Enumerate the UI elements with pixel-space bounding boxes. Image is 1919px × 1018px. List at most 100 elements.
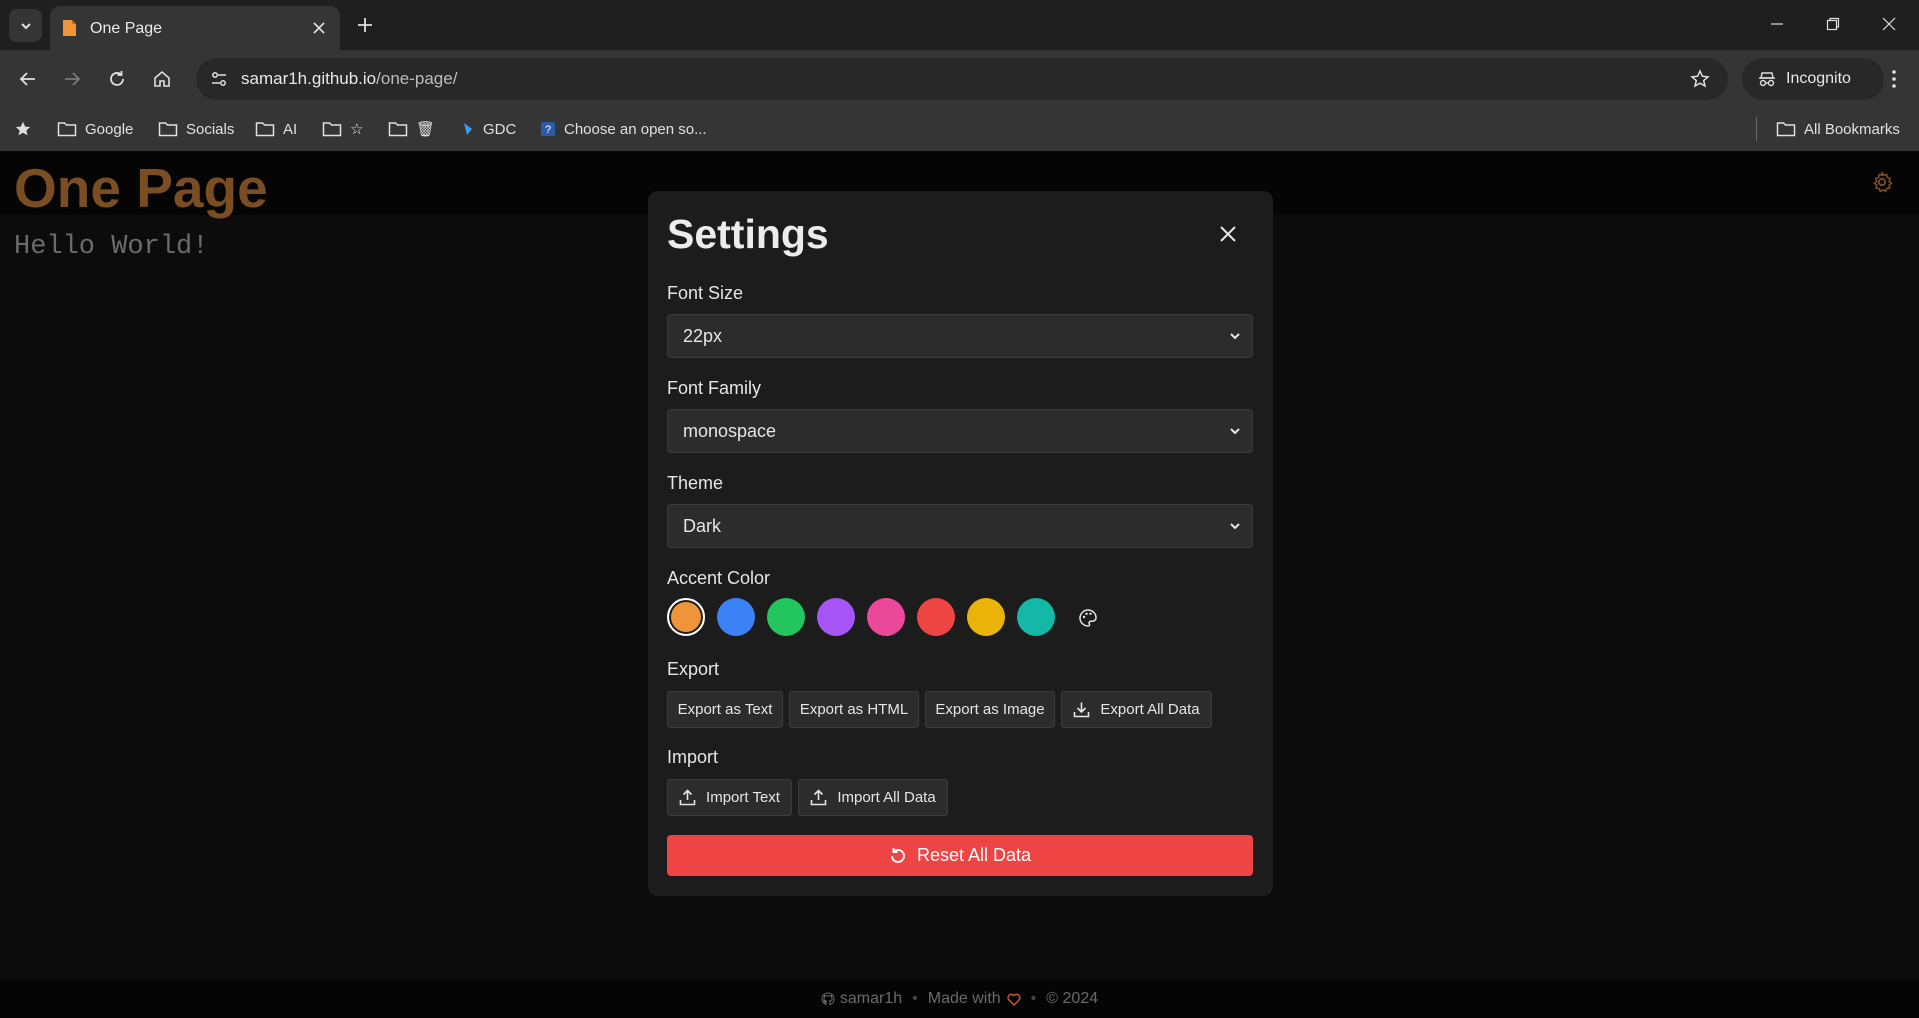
accent-swatch[interactable] [1017, 598, 1055, 636]
theme-label: Theme [667, 473, 724, 493]
minimize-button[interactable] [1754, 6, 1800, 42]
minimize-icon [1771, 23, 1783, 25]
tab-search-button[interactable] [9, 9, 42, 42]
footer-made-with-label: Made with [927, 990, 1001, 1007]
bookmark-folder-ai[interactable]: AI [255, 118, 297, 140]
bookmark-star-button[interactable] [1688, 67, 1712, 91]
import-text-button[interactable]: Import Text [667, 779, 792, 816]
font-family-label: Font Family [667, 378, 762, 398]
footer-separator: • [912, 990, 918, 1007]
chevron-down-icon [20, 22, 31, 29]
heart-icon [1007, 993, 1021, 1006]
incognito-indicator[interactable]: Incognito [1742, 58, 1884, 100]
upload-icon [811, 789, 827, 806]
font-size-label: Font Size [667, 283, 744, 303]
accent-swatch[interactable] [867, 598, 905, 636]
svg-text:?: ? [545, 124, 551, 136]
bookmarks-bar: Google Socials AI ☆ 🗑 GDC ? Choose an op… [0, 108, 1919, 151]
accent-color-label: Accent Color [667, 568, 771, 588]
bookmark-label: Choose an open so... [564, 120, 707, 138]
bookmark-folder-star[interactable]: ☆ [322, 118, 363, 140]
theme-value: Dark [683, 515, 722, 536]
reset-all-data-button[interactable]: Reset All Data [667, 835, 1253, 876]
download-icon [1074, 702, 1090, 718]
export-text-button[interactable]: Export as Text [667, 691, 783, 728]
custom-color-button[interactable] [1076, 606, 1100, 630]
restore-button[interactable] [1810, 6, 1856, 42]
editor-text[interactable]: Hello World! [14, 232, 208, 262]
arrow-left-icon [19, 72, 35, 86]
folder-icon [322, 122, 342, 137]
folder-icon [1776, 122, 1796, 137]
accent-swatch[interactable] [817, 598, 855, 636]
import-all-data-button[interactable]: Import All Data [798, 779, 948, 816]
bookmark-gdc[interactable]: GDC [461, 118, 516, 140]
footer-separator: • [1030, 990, 1037, 1007]
bookmark-label: 🗑 [416, 121, 436, 138]
export-all-data-label: Export All Data [1100, 701, 1200, 718]
bookmark-folder-socials[interactable]: Socials [158, 118, 234, 140]
address-bar[interactable]: samar1h.github.io/one-page/ [196, 58, 1728, 100]
site-info-button[interactable] [204, 64, 234, 94]
page-favicon-icon [63, 20, 76, 36]
bookmarks-divider [1756, 117, 1757, 141]
font-size-value: 22px [683, 325, 723, 346]
font-family-select[interactable]: monospace [667, 409, 1253, 453]
github-icon [821, 992, 835, 1006]
all-bookmarks-button[interactable]: All Bookmarks [1776, 118, 1900, 140]
export-image-label: Export as Image [935, 701, 1045, 718]
upload-icon [679, 789, 696, 806]
rotate-ccw-icon [891, 847, 905, 863]
reload-icon [110, 71, 124, 86]
incognito-icon [1759, 72, 1775, 87]
browser-tab[interactable]: One Page [50, 6, 340, 50]
new-tab-button[interactable] [352, 12, 378, 38]
home-button[interactable] [148, 65, 176, 93]
export-html-button[interactable]: Export as HTML [789, 691, 919, 728]
export-image-button[interactable]: Export as Image [925, 691, 1055, 728]
close-icon [1220, 226, 1236, 242]
plus-icon [358, 18, 372, 32]
footer-author: samar1h [839, 990, 903, 1007]
browser-menu-button[interactable] [1880, 65, 1908, 93]
reset-all-data-label: Reset All Data [916, 845, 1032, 865]
page-title: One Page [14, 157, 268, 219]
settings-close-button[interactable] [1214, 220, 1242, 248]
window-close-button[interactable] [1866, 6, 1912, 42]
font-family-value: monospace [683, 420, 777, 441]
export-all-data-button[interactable]: Export All Data [1061, 691, 1212, 728]
settings-button[interactable] [1868, 168, 1896, 196]
bookmark-folder-trash[interactable]: 🗑 [388, 118, 435, 140]
page-footer: samar1h • Made with • © 2024 [0, 980, 1919, 1018]
tab-strip: One Page [0, 0, 1919, 50]
incognito-label: Incognito [1786, 70, 1851, 87]
import-label: Import [667, 747, 719, 767]
theme-select[interactable]: Dark [667, 504, 1253, 548]
bookmark-choose-open-source[interactable]: ? Choose an open so... [540, 118, 707, 140]
arrow-right-icon [65, 72, 81, 86]
all-bookmarks-label: All Bookmarks [1804, 120, 1900, 138]
accent-swatch[interactable] [967, 598, 1005, 636]
chevron-down-icon [1230, 333, 1240, 340]
bookmark-label: Socials [186, 120, 235, 138]
back-button[interactable] [14, 65, 42, 93]
footer-copyright: © 2024 [1046, 990, 1099, 1007]
bookmark-folder-google[interactable]: Google [57, 118, 133, 140]
tab-title: One Page [90, 20, 163, 37]
tab-close-button[interactable] [308, 17, 330, 39]
accent-swatch[interactable] [667, 598, 705, 636]
font-size-select[interactable]: 22px [667, 314, 1253, 358]
accent-swatch[interactable] [717, 598, 755, 636]
footer-author-link[interactable]: samar1h [821, 990, 902, 1008]
star-filled-icon [15, 121, 31, 136]
palette-icon [1079, 609, 1097, 627]
forward-button[interactable] [58, 65, 86, 93]
home-icon [154, 70, 170, 87]
bookmark-label: GDC [483, 120, 517, 138]
export-label: Export [667, 659, 720, 679]
accent-swatch[interactable] [767, 598, 805, 636]
close-icon [1882, 17, 1896, 31]
accent-swatch[interactable] [917, 598, 955, 636]
reload-button[interactable] [103, 65, 131, 93]
settings-modal: Settings Font Size 22px Font Family mono… [648, 191, 1273, 896]
